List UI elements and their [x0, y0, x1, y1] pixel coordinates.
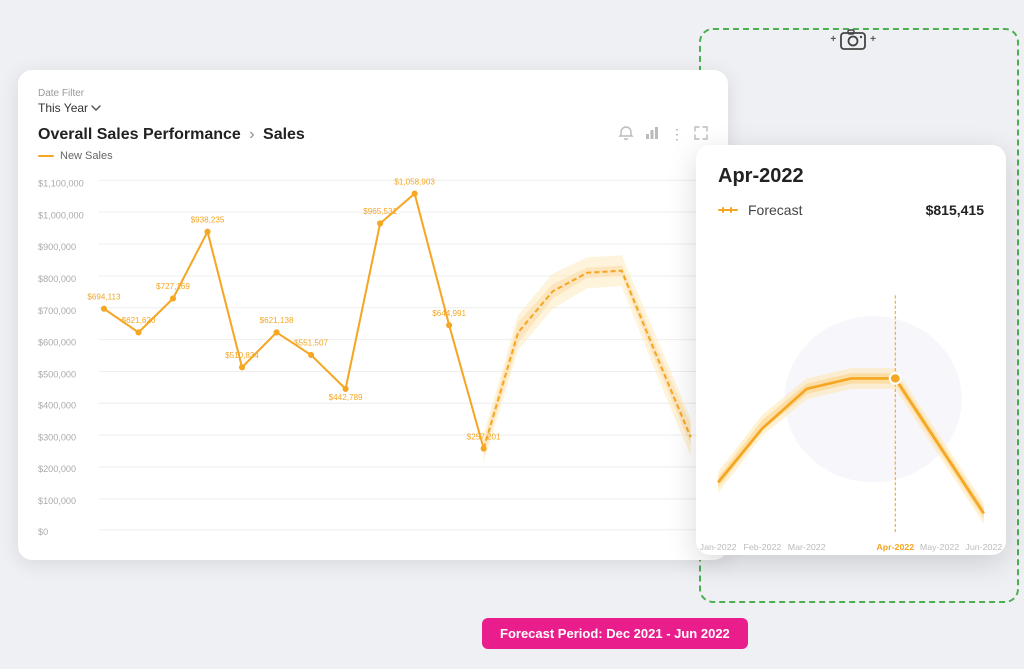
svg-text:$0: $0 — [38, 527, 48, 537]
forecast-mini-svg: Jan-2022 Feb-2022 Mar-2022 Apr-2022 May-… — [696, 285, 1006, 555]
label-sep2021: $965,531 — [363, 207, 397, 216]
main-chart-card: Date Filter This Year Overall Sales Perf… — [18, 70, 728, 560]
date-filter-selector[interactable]: This Year — [38, 101, 708, 115]
svg-text:$500,000: $500,000 — [38, 370, 76, 380]
legend-color-dot — [38, 155, 54, 157]
svg-text:May-2022: May-2022 — [920, 542, 960, 552]
label-aug2021: $442,789 — [329, 393, 363, 402]
main-sales-line — [104, 194, 484, 449]
label-feb2021: $621,620 — [122, 316, 156, 325]
svg-text:$900,000: $900,000 — [38, 242, 76, 252]
chart-area: $0 $100,000 $200,000 $300,000 $400,000 $… — [38, 170, 708, 540]
forecast-label: Forecast — [748, 202, 802, 218]
svg-text:$1,000,000: $1,000,000 — [38, 210, 84, 220]
forecast-date-label: Apr-2022 — [718, 165, 984, 188]
point-jun2021 — [274, 329, 280, 335]
svg-text:Jun-2022: Jun-2022 — [965, 542, 1002, 552]
legend-label: New Sales — [60, 150, 113, 162]
forecast-popup-card: Apr-2022 Forecast $815,415 Jan-2022 Fe — [696, 145, 1006, 555]
expand-icon[interactable] — [694, 126, 708, 143]
point-aug2021 — [343, 386, 349, 392]
chart-actions: ⋮ — [618, 125, 708, 144]
point-oct2021 — [412, 191, 418, 197]
svg-text:$700,000: $700,000 — [38, 306, 76, 316]
ai-icon-area: + + — [830, 28, 876, 50]
more-icon[interactable]: ⋮ — [670, 126, 684, 143]
plus-left-icon: + — [830, 34, 836, 45]
point-may2021 — [239, 364, 245, 370]
svg-text:$1,100,000: $1,100,000 — [38, 178, 84, 188]
forecast-line-icon — [718, 209, 738, 211]
svg-text:$600,000: $600,000 — [38, 338, 76, 348]
main-chart-svg: $0 $100,000 $200,000 $300,000 $400,000 $… — [38, 170, 708, 540]
svg-text:$400,000: $400,000 — [38, 400, 76, 410]
svg-text:Feb-2022: Feb-2022 — [743, 542, 781, 552]
point-feb2021 — [135, 329, 141, 335]
point-nov2021 — [446, 322, 452, 328]
date-filter-label: Date Filter — [38, 88, 708, 99]
label-apr2021: $938,235 — [191, 215, 225, 224]
label-oct2021: $1,058,903 — [394, 177, 435, 186]
chart-title: Overall Sales Performance › Sales — [38, 126, 305, 144]
svg-text:$300,000: $300,000 — [38, 432, 76, 442]
chart-legend: New Sales — [38, 150, 708, 162]
label-mar2021: $727,169 — [156, 282, 190, 291]
plus-right-icon: + — [870, 34, 876, 45]
forecast-mini-chart: Jan-2022 Feb-2022 Mar-2022 Apr-2022 May-… — [696, 285, 1006, 555]
point-jul2021 — [308, 352, 314, 358]
svg-text:Jan-2022: Jan-2022 — [700, 542, 737, 552]
forecast-data-row: Forecast $815,415 — [718, 202, 984, 218]
label-dec2021: $257,201 — [467, 432, 501, 441]
label-nov2021: $644,991 — [432, 309, 466, 318]
svg-text:$200,000: $200,000 — [38, 464, 76, 474]
point-dec2021 — [481, 445, 487, 451]
svg-text:$100,000: $100,000 — [38, 496, 76, 506]
chevron-down-icon — [91, 103, 101, 113]
forecast-period-banner: Forecast Period: Dec 2021 - Jun 2022 — [482, 618, 748, 649]
point-sep2021 — [377, 220, 383, 226]
active-point-dot — [890, 373, 901, 383]
forecast-value: $815,415 — [926, 202, 984, 218]
chart-header: Overall Sales Performance › Sales ⋮ — [38, 125, 708, 144]
svg-text:Mar-2022: Mar-2022 — [788, 542, 826, 552]
bar-chart-icon[interactable] — [644, 125, 660, 144]
label-may2021: $510,834 — [225, 351, 259, 360]
point-jan2021 — [101, 306, 107, 312]
alert-icon[interactable] — [618, 125, 634, 144]
main-container: + + Date Filter This Year Overall Sales … — [0, 0, 1024, 669]
svg-text:Apr-2022: Apr-2022 — [876, 542, 914, 552]
label-jan2021: $694,113 — [87, 292, 121, 301]
label-jun2021: $621,138 — [260, 316, 294, 325]
svg-text:$800,000: $800,000 — [38, 274, 76, 284]
camera-icon — [839, 28, 867, 50]
point-mar2021 — [170, 295, 176, 301]
point-apr2021 — [204, 229, 210, 235]
label-jul2021: $551,507 — [294, 339, 328, 348]
